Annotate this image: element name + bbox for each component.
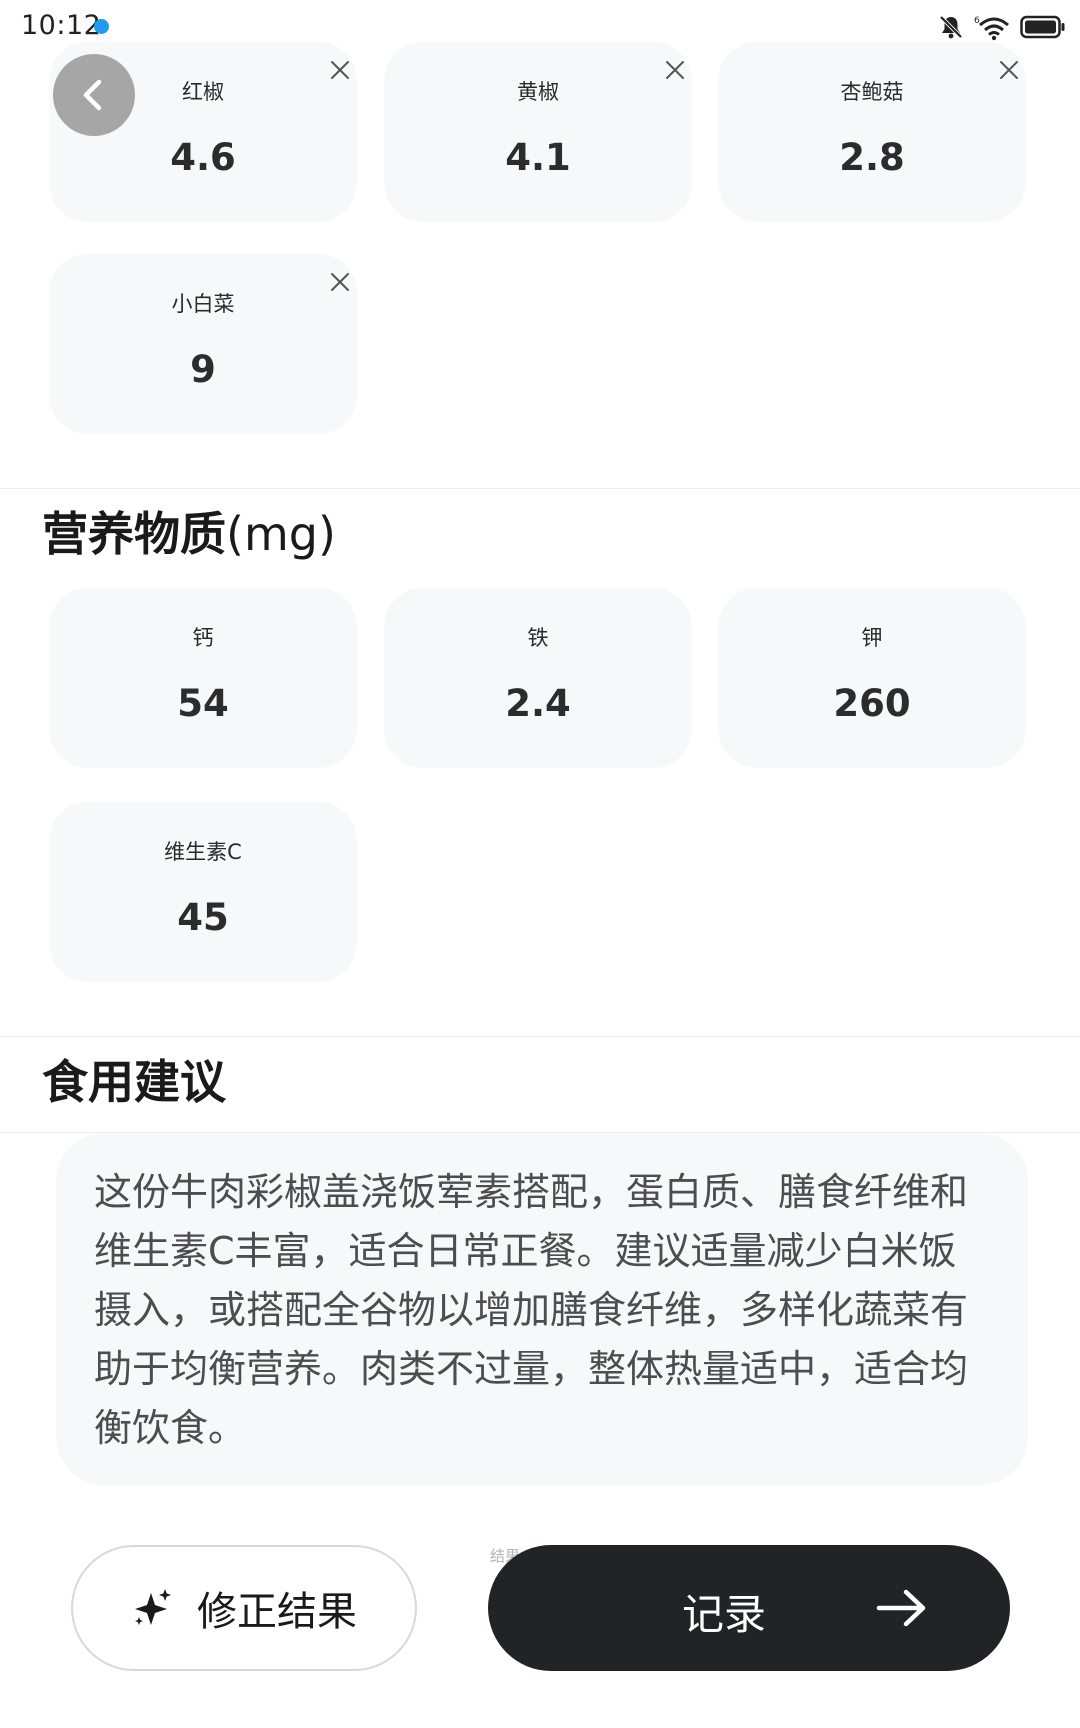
vegetable-amount: 9 bbox=[190, 348, 216, 391]
nutrient-amount: 2.4 bbox=[505, 682, 571, 725]
vegetable-name: 杏鲍菇 bbox=[840, 80, 904, 104]
svg-text:6: 6 bbox=[974, 16, 980, 26]
fix-result-label: 修正结果 bbox=[197, 1589, 357, 1635]
record-label: 记录 bbox=[681, 1590, 766, 1639]
nutrient-card: 钾 260 bbox=[719, 588, 1025, 766]
arrow-right-icon bbox=[876, 1589, 926, 1627]
record-button[interactable]: 记录 bbox=[488, 1545, 1010, 1671]
advice-text: 这份牛肉彩椒盖浇饭荤素搭配，蛋白质、膳食纤维和维生素C丰富，适合日常正餐。建议适… bbox=[94, 1170, 969, 1450]
nutrient-name: 铁 bbox=[527, 626, 549, 650]
vegetable-name: 黄椒 bbox=[517, 80, 559, 104]
remove-button[interactable] bbox=[324, 54, 356, 86]
section-divider bbox=[0, 1036, 1080, 1037]
status-icons: 6 bbox=[938, 12, 1066, 42]
nutrient-name: 维生素C bbox=[164, 840, 242, 864]
vegetable-amount: 4.6 bbox=[170, 136, 236, 179]
nutrients-title: 营养物质(mg) bbox=[42, 498, 336, 564]
section-divider bbox=[0, 488, 1080, 489]
advice-title: 食用建议 bbox=[42, 1055, 226, 1109]
notification-dot-icon bbox=[94, 19, 109, 34]
nutrient-amount: 260 bbox=[833, 682, 911, 725]
vegetable-name: 小白菜 bbox=[171, 292, 235, 316]
vegetable-card[interactable]: 黄椒 4.1 bbox=[385, 42, 691, 220]
bell-muted-icon bbox=[939, 15, 963, 39]
advice-box: 这份牛肉彩椒盖浇饭荤素搭配，蛋白质、膳食纤维和维生素C丰富，适合日常正餐。建议适… bbox=[56, 1133, 1028, 1485]
back-button[interactable] bbox=[53, 54, 135, 136]
vegetable-amount: 4.1 bbox=[505, 136, 571, 179]
battery-icon bbox=[1020, 15, 1065, 39]
nutrient-card: 钙 54 bbox=[50, 588, 356, 766]
nutrients-unit: (mg) bbox=[226, 507, 336, 561]
remove-button[interactable] bbox=[324, 266, 356, 298]
nutrient-name: 钙 bbox=[192, 626, 214, 650]
remove-button[interactable] bbox=[659, 54, 691, 86]
vegetable-card[interactable]: 杏鲍菇 2.8 bbox=[719, 42, 1025, 220]
nutrient-amount: 45 bbox=[177, 896, 229, 939]
vegetable-amount: 2.8 bbox=[839, 136, 905, 179]
nutrients-title-text: 营养物质 bbox=[42, 507, 226, 561]
sparkle-icon bbox=[135, 1589, 171, 1625]
close-icon bbox=[666, 61, 684, 79]
status-time: 10:12 bbox=[21, 10, 102, 41]
nutrient-card: 铁 2.4 bbox=[385, 588, 691, 766]
wifi-icon: 6 bbox=[974, 16, 1009, 41]
vegetable-card[interactable]: 小白菜 9 bbox=[50, 254, 356, 432]
nutrient-amount: 54 bbox=[177, 682, 229, 725]
close-icon bbox=[1000, 61, 1018, 79]
nutrient-card: 维生素C 45 bbox=[50, 802, 356, 980]
fix-result-button[interactable]: 修正结果 bbox=[71, 1545, 417, 1671]
remove-button[interactable] bbox=[993, 54, 1025, 86]
back-arrow-icon bbox=[83, 79, 102, 111]
nutrient-name: 钾 bbox=[861, 626, 883, 650]
close-icon bbox=[331, 273, 349, 291]
close-icon bbox=[331, 61, 349, 79]
